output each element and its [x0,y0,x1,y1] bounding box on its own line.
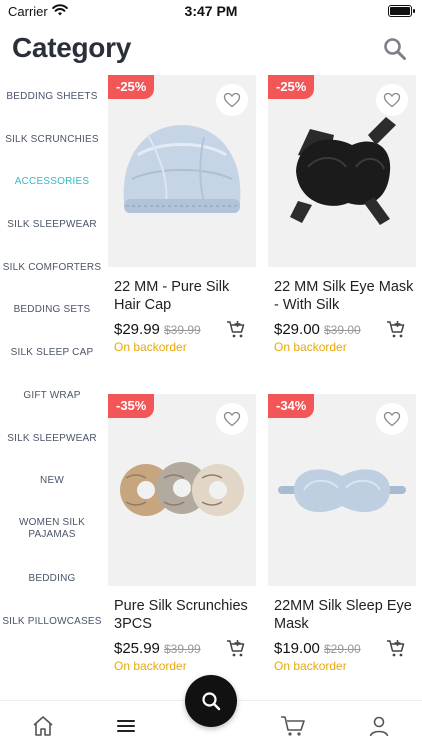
discount-badge: -35% [108,394,155,418]
battery-icon [388,5,415,17]
sidebar-item-bedding-sheets[interactable]: BEDDING SHEETS [0,76,104,118]
product-old-price: $29.00 [324,642,361,656]
sidebar-item-new[interactable]: NEW [0,460,104,502]
product-price: $25.99 [114,640,160,657]
product-card[interactable]: -25% 22 MM - Pure Silk Hair Cap $29.99 $… [108,75,256,371]
sidebar-item-gift-wrap[interactable]: GIFT WRAP [0,375,104,417]
add-to-cart-icon [227,321,245,338]
product-price: $29.00 [274,321,320,338]
discount-badge: -25% [108,75,155,99]
heart-icon [383,411,401,427]
sidebar-item-silk-sleepwear-2[interactable]: SILK SLEEPWEAR [0,418,104,460]
sidebar-item-bedding[interactable]: BEDDING [0,558,104,600]
add-to-cart-button[interactable] [226,638,246,658]
page-title: Category [12,32,131,63]
add-to-cart-icon [387,640,405,657]
favorite-button[interactable] [376,403,408,435]
search-icon [384,38,406,60]
add-to-cart-button[interactable] [386,319,406,339]
product-name[interactable]: Pure Silk Scrunchies 3PCS [114,597,254,633]
tab-cart[interactable] [280,713,306,739]
stock-status: On backorder [274,340,347,354]
sidebar-item-women-silk-pajamas[interactable]: WOMEN SILK PAJAMAS [0,508,104,550]
product-old-price: $39.99 [164,323,201,337]
status-time: 3:47 PM [184,3,238,19]
discount-badge: -25% [268,75,315,99]
favorite-button[interactable] [376,84,408,116]
discount-badge: -34% [268,394,315,418]
search-icon [202,692,221,711]
menu-icon [117,720,135,732]
product-card[interactable]: -35% Pure Silk Scrunchies 3PCS $25.99 $3… [108,394,256,690]
product-price: $19.00 [274,640,320,657]
product-price: $29.99 [114,321,160,338]
product-old-price: $39.00 [324,323,361,337]
sidebar-item-silk-scrunchies[interactable]: SILK SCRUNCHIES [0,119,104,161]
heart-icon [223,92,241,108]
search-button[interactable] [382,36,408,62]
product-old-price: $39.99 [164,642,201,656]
home-icon [33,716,53,736]
product-name[interactable]: 22 MM Silk Eye Mask - With Silk [274,278,414,314]
sidebar-item-silk-sleep-cap[interactable]: SILK SLEEP CAP [0,332,104,374]
tab-home[interactable] [30,713,56,739]
product-card[interactable]: -34% 22MM Silk Sleep Eye Mask $19.00 $29… [268,394,416,690]
tab-menu[interactable] [113,713,139,739]
add-to-cart-button[interactable] [386,638,406,658]
add-to-cart-icon [227,640,245,657]
favorite-button[interactable] [216,403,248,435]
heart-icon [223,411,241,427]
favorite-button[interactable] [216,84,248,116]
floating-search-button[interactable] [185,675,237,727]
stock-status: On backorder [274,659,347,673]
sidebar-item-silk-comforters[interactable]: SILK COMFORTERS [0,247,104,289]
sidebar-item-silk-sleepwear[interactable]: SILK SLEEPWEAR [0,204,104,246]
stock-status: On backorder [114,340,187,354]
add-to-cart-button[interactable] [226,319,246,339]
sidebar-item-bedding-sets[interactable]: BEDDING SETS [0,289,104,331]
status-bar: Carrier 3:47 PM [0,0,422,24]
heart-icon [383,92,401,108]
product-name[interactable]: 22 MM - Pure Silk Hair Cap [114,278,254,314]
sidebar-item-silk-pillowcases[interactable]: SILK PILLOWCASES [0,601,104,643]
cart-icon [281,716,305,736]
add-to-cart-icon [387,321,405,338]
product-card[interactable]: -25% 22 MM Silk Eye Mask - With Silk $29… [268,75,416,371]
tab-profile[interactable] [366,713,392,739]
stock-status: On backorder [114,659,187,673]
product-name[interactable]: 22MM Silk Sleep Eye Mask [274,597,414,633]
profile-icon [369,716,389,737]
sidebar-item-accessories[interactable]: ACCESSORIES [0,161,104,203]
